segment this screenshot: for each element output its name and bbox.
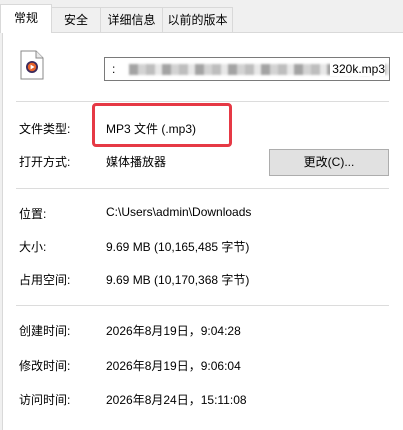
file-type-label: 文件类型: [19,122,71,136]
created-label: 创建时间: [19,324,71,338]
divider [16,101,389,102]
size-on-disk-value: 9.69 MB (10,170,368 字节) [106,273,250,287]
divider [16,188,389,189]
tab-details[interactable]: 详细信息 [100,7,163,32]
created-value: 2026年8月19日，9:04:28 [106,324,241,338]
size-on-disk-label: 占用空间: [19,273,71,287]
change-button[interactable]: 更改(C)... [269,149,389,176]
media-file-icon [20,50,44,80]
opens-with-label: 打开方式: [19,155,71,169]
highlight-box [92,103,232,147]
filename-suffix: 320k.mp3 [330,62,385,76]
filename-prefix: : [112,62,116,76]
tab-strip: 安全 详细信息 以前的版本 常规 [0,0,403,33]
opens-with-value: 媒体播放器 [106,155,167,169]
tab-previous-versions[interactable]: 以前的版本 [162,7,233,32]
filename-field[interactable]: : 320k.mp3 [104,57,390,81]
tab-general[interactable]: 常规 [0,4,52,33]
divider [16,305,389,306]
tab-security[interactable]: 安全 [51,7,101,32]
location-label: 位置: [19,207,47,221]
accessed-label: 访问时间: [19,393,71,407]
size-value: 9.69 MB (10,165,485 字节) [106,240,250,254]
size-label: 大小: [19,240,47,254]
modified-value: 2026年8月19日，9:06:04 [106,359,241,373]
location-value: C:\Users\admin\Downloads [106,205,252,219]
accessed-value: 2026年8月24日，15:11:08 [106,393,247,407]
modified-label: 修改时间: [19,359,71,373]
